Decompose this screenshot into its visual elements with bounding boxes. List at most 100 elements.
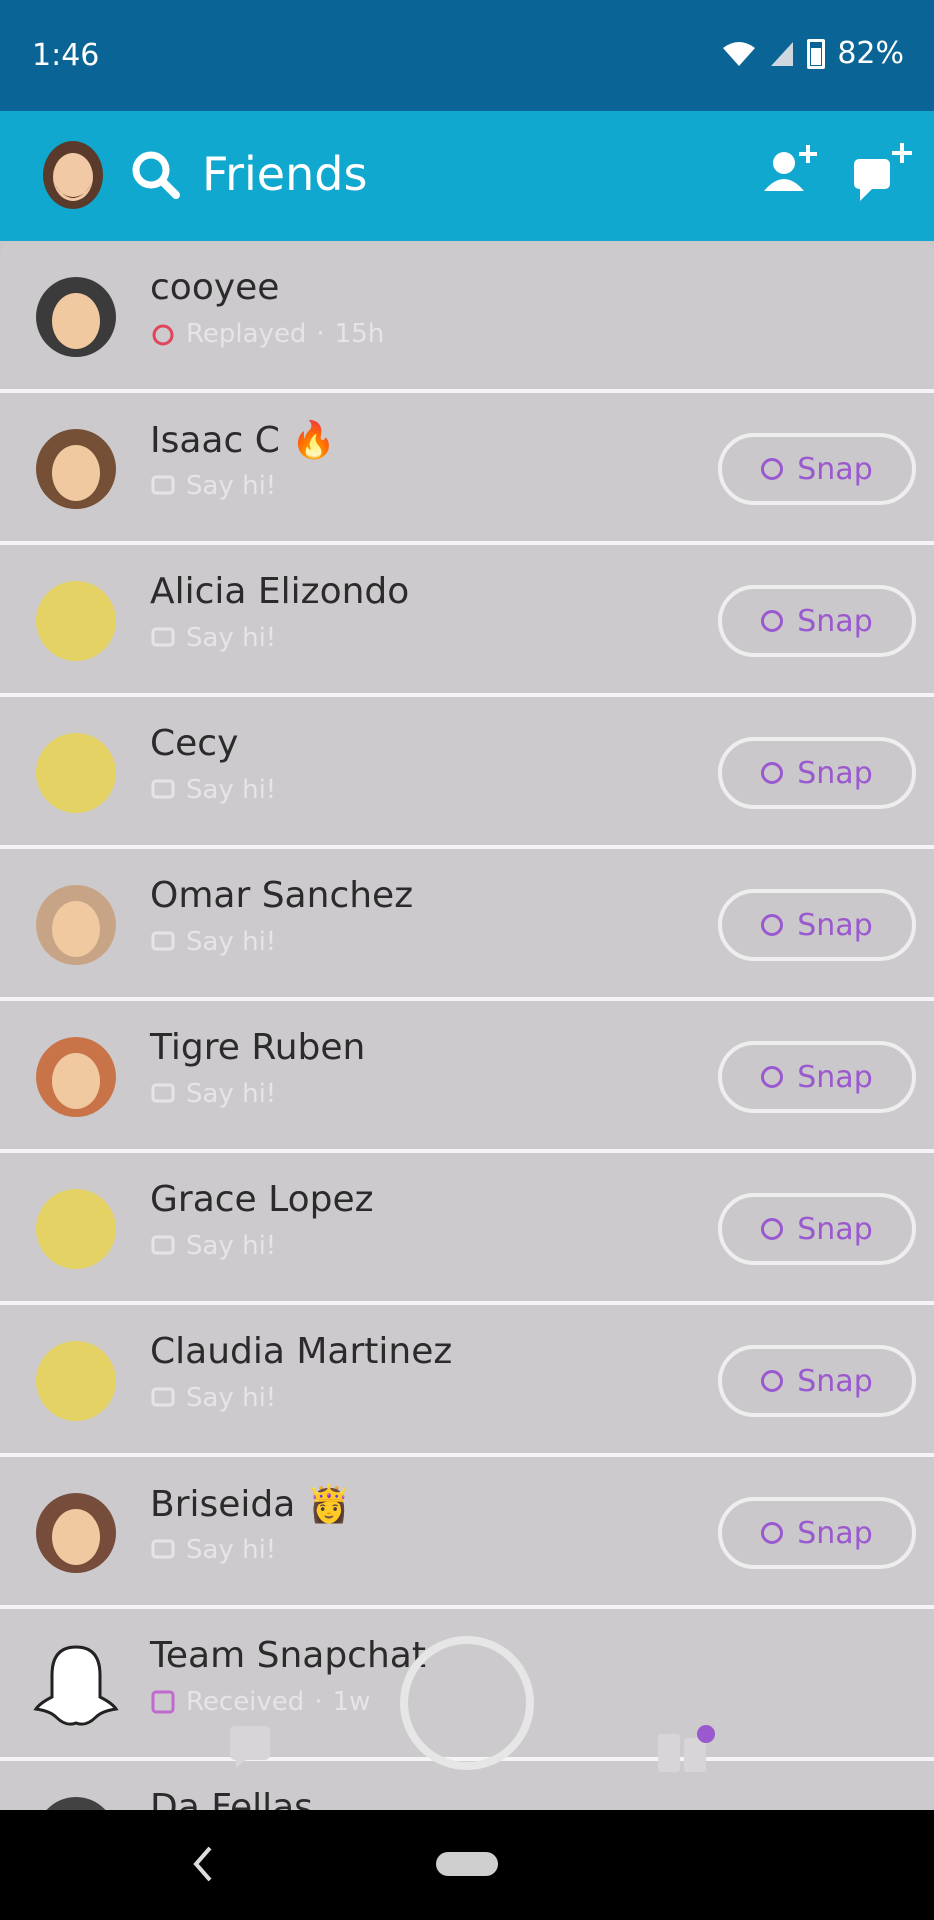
discover-tab-icon[interactable] bbox=[656, 1724, 716, 1774]
friend-row[interactable]: cooyee Replayed · 15h bbox=[0, 241, 934, 393]
friend-name: Briseida 👸 bbox=[150, 1484, 352, 1525]
status-text: Say hi! bbox=[186, 1535, 277, 1565]
friend-status: Received · 1w bbox=[150, 1687, 370, 1717]
snap-button-label: Snap bbox=[797, 1363, 873, 1399]
wifi-icon bbox=[723, 41, 756, 66]
friend-avatar[interactable] bbox=[24, 1481, 128, 1585]
status-time: 1:46 bbox=[32, 38, 100, 73]
app-header: Friends bbox=[0, 111, 934, 241]
battery-icon bbox=[807, 38, 826, 69]
snap-button[interactable]: Snap bbox=[718, 889, 916, 961]
friend-avatar[interactable] bbox=[24, 1633, 128, 1737]
status-separator: · bbox=[314, 1687, 323, 1717]
friend-avatar[interactable] bbox=[24, 417, 128, 521]
friend-row[interactable]: Briseida 👸 Say hi! Snap bbox=[0, 1457, 934, 1609]
chat-icon bbox=[151, 1235, 175, 1255]
search-icon[interactable] bbox=[130, 149, 182, 201]
home-pill[interactable] bbox=[436, 1852, 498, 1876]
status-bar: 1:46 82% bbox=[0, 0, 934, 111]
camera-ring-icon bbox=[761, 1522, 784, 1544]
profile-avatar[interactable] bbox=[40, 139, 106, 211]
system-nav-bar bbox=[0, 1810, 934, 1920]
status-text: Say hi! bbox=[186, 623, 277, 653]
snap-button[interactable]: Snap bbox=[718, 1193, 916, 1265]
friend-row[interactable]: Claudia Martinez Say hi! Snap bbox=[0, 1305, 934, 1457]
status-separator: · bbox=[316, 319, 325, 349]
snap-button[interactable]: Snap bbox=[718, 1497, 916, 1569]
friend-status: Say hi! bbox=[150, 927, 276, 957]
friend-status: Replayed · 15h bbox=[150, 319, 384, 349]
camera-ring-icon bbox=[761, 1218, 784, 1240]
page-title: Friends bbox=[202, 147, 368, 201]
friend-avatar[interactable] bbox=[24, 569, 128, 673]
capture-button[interactable] bbox=[400, 1636, 534, 1770]
friend-name: Alicia Elizondo bbox=[150, 571, 410, 612]
friend-status: Say hi! bbox=[150, 1231, 276, 1261]
friend-avatar[interactable] bbox=[24, 265, 128, 369]
friend-name: Claudia Martinez bbox=[150, 1331, 453, 1372]
camera-ring-icon bbox=[761, 1370, 784, 1392]
friend-status: Say hi! bbox=[150, 1535, 276, 1565]
snap-button[interactable]: Snap bbox=[718, 433, 916, 505]
friend-status: Say hi! bbox=[150, 471, 276, 501]
chat-icon bbox=[151, 1083, 175, 1103]
battery-percent: 82% bbox=[837, 36, 904, 71]
snap-button-label: Snap bbox=[797, 907, 873, 943]
status-icons: 82% bbox=[721, 36, 904, 71]
camera-ring-icon bbox=[761, 914, 784, 936]
friend-status: Say hi! bbox=[150, 1079, 276, 1109]
camera-ring-icon bbox=[761, 762, 784, 784]
friend-name: Grace Lopez bbox=[150, 1179, 374, 1220]
friend-name: Tigre Ruben bbox=[150, 1027, 366, 1068]
snap-button[interactable]: Snap bbox=[718, 1041, 916, 1113]
friend-avatar[interactable] bbox=[24, 1177, 128, 1281]
snap-button-label: Snap bbox=[797, 603, 873, 639]
friend-row[interactable]: Isaac C 🔥 Say hi! Snap bbox=[0, 393, 934, 545]
friend-avatar[interactable] bbox=[24, 873, 128, 977]
friend-avatar[interactable] bbox=[24, 1329, 128, 1433]
status-text: Say hi! bbox=[186, 471, 277, 501]
back-icon[interactable] bbox=[190, 1844, 214, 1884]
friend-avatar[interactable] bbox=[24, 1025, 128, 1129]
status-text: Say hi! bbox=[186, 927, 277, 957]
friend-avatar[interactable] bbox=[24, 721, 128, 825]
status-text: Say hi! bbox=[186, 1383, 277, 1413]
chat-icon bbox=[151, 475, 175, 495]
snap-button-label: Snap bbox=[797, 1059, 873, 1095]
signal-icon bbox=[771, 41, 794, 66]
received-icon bbox=[151, 1690, 175, 1714]
friend-name: Cecy bbox=[150, 723, 239, 764]
camera-ring-icon bbox=[761, 458, 784, 480]
status-text: Say hi! bbox=[186, 775, 277, 805]
camera-ring-icon bbox=[761, 1066, 784, 1088]
friend-row[interactable]: Tigre Ruben Say hi! Snap bbox=[0, 1001, 934, 1153]
add-friend-icon[interactable] bbox=[760, 141, 822, 203]
friend-row[interactable]: Grace Lopez Say hi! Snap bbox=[0, 1153, 934, 1305]
friend-row[interactable]: Cecy Say hi! Snap bbox=[0, 697, 934, 849]
snap-button[interactable]: Snap bbox=[718, 737, 916, 809]
friend-row[interactable]: Omar Sanchez Say hi! Snap bbox=[0, 849, 934, 1001]
snap-button-label: Snap bbox=[797, 1515, 873, 1551]
snap-button[interactable]: Snap bbox=[718, 585, 916, 657]
snap-button-label: Snap bbox=[797, 1211, 873, 1247]
status-text: Say hi! bbox=[186, 1231, 277, 1261]
status-time-ago: 1w bbox=[332, 1687, 371, 1717]
friend-name: Team Snapchat bbox=[150, 1635, 426, 1676]
snap-button[interactable]: Snap bbox=[718, 1345, 916, 1417]
friend-name: Omar Sanchez bbox=[150, 875, 414, 916]
status-text: Received bbox=[186, 1687, 305, 1717]
chat-icon bbox=[151, 779, 175, 799]
new-chat-icon[interactable] bbox=[850, 139, 914, 205]
chat-tab-icon[interactable] bbox=[228, 1724, 272, 1770]
chat-icon bbox=[151, 1539, 175, 1559]
snap-button-label: Snap bbox=[797, 755, 873, 791]
chat-icon bbox=[151, 931, 175, 951]
status-time-ago: 15h bbox=[334, 319, 385, 349]
snap-button-label: Snap bbox=[797, 451, 873, 487]
replay-icon bbox=[152, 324, 174, 346]
friend-status: Say hi! bbox=[150, 623, 276, 653]
camera-ring-icon bbox=[761, 610, 784, 632]
friend-row[interactable]: Alicia Elizondo Say hi! Snap bbox=[0, 545, 934, 697]
status-text: Replayed bbox=[186, 319, 307, 349]
chat-icon bbox=[151, 1387, 175, 1407]
